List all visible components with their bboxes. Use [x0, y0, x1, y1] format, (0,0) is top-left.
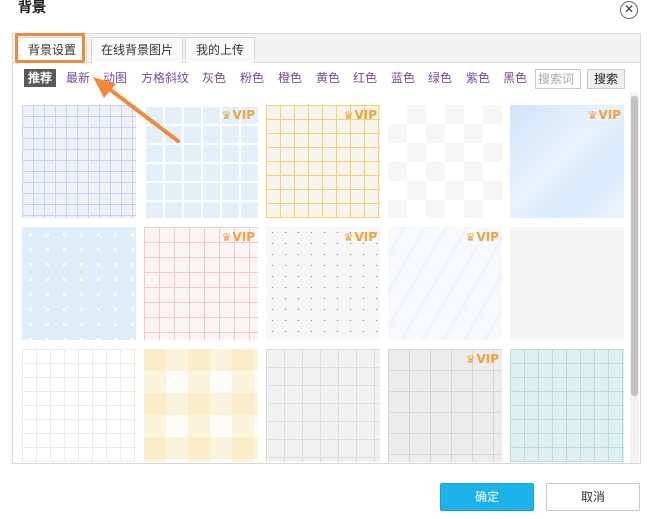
background-tile[interactable]: ♛VIP [266, 227, 380, 340]
category-recommended[interactable]: 推荐 [24, 69, 57, 87]
tab-bar: 背景设置 在线背景图片 我的上传 [13, 34, 640, 64]
category-bar: 推荐 最新 动图 方格斜纹 灰色 粉色 橙色 黄色 红色 蓝色 绿色 紫色 黑色… [13, 67, 640, 91]
close-icon[interactable]: ✕ [620, 1, 638, 19]
background-tile[interactable] [388, 105, 502, 218]
tab-my-uploads[interactable]: 我的上传 [185, 37, 255, 63]
background-tile[interactable]: ♛VIP [144, 227, 258, 340]
vip-badge: ♛VIP [222, 230, 255, 245]
category-grey[interactable]: 灰色 [202, 69, 226, 87]
category-blue[interactable]: 蓝色 [391, 69, 415, 87]
vip-label: VIP [354, 108, 377, 122]
crown-icon: ♛ [587, 109, 598, 122]
crown-icon: ♛ [221, 231, 232, 244]
vip-label: VIP [476, 352, 499, 366]
background-dialog: 背景 ✕ 背景设置 在线背景图片 我的上传 推荐 最新 动图 方格斜纹 灰色 粉… [0, 0, 647, 519]
tab-online-backgrounds[interactable]: 在线背景图片 [91, 37, 183, 63]
grid-scrollbar[interactable] [630, 92, 639, 463]
category-red[interactable]: 红色 [353, 69, 377, 87]
background-tile[interactable] [22, 227, 136, 340]
vip-label: VIP [354, 230, 377, 244]
background-tile[interactable] [510, 349, 624, 462]
category-orange[interactable]: 橙色 [278, 69, 302, 87]
category-purple[interactable]: 紫色 [466, 69, 490, 87]
crown-icon: ♛ [343, 231, 354, 244]
search-input[interactable]: 搜索词 [535, 69, 581, 89]
category-black[interactable]: 黑色 [503, 69, 527, 87]
background-tile[interactable]: ♛VIP [388, 227, 502, 340]
vip-label: VIP [598, 108, 621, 122]
category-green[interactable]: 绿色 [428, 69, 452, 87]
background-grid: ♛VIP ♛VIP ♛VIP ♛VIP ♛VIP ♛VIP ♛VIP [13, 92, 628, 463]
vip-badge: ♛VIP [588, 108, 621, 123]
vip-badge: ♛VIP [222, 108, 255, 123]
vip-badge: ♛VIP [344, 108, 377, 123]
search-button[interactable]: 搜索 [587, 69, 625, 89]
crown-icon: ♛ [465, 353, 476, 366]
background-tile[interactable]: ♛VIP [144, 105, 258, 218]
vip-label: VIP [232, 230, 255, 244]
category-animated[interactable]: 动图 [103, 69, 127, 87]
category-grid-stripes[interactable]: 方格斜纹 [141, 69, 189, 87]
crown-icon: ♛ [221, 109, 232, 122]
background-tile[interactable] [144, 349, 258, 462]
vip-label: VIP [232, 108, 255, 122]
vip-badge: ♛VIP [344, 230, 377, 245]
dialog-title: 背景 [18, 0, 46, 16]
background-tile[interactable]: ♛VIP [510, 105, 624, 218]
background-tile[interactable] [22, 349, 136, 462]
crown-icon: ♛ [343, 109, 354, 122]
category-pink[interactable]: 粉色 [240, 69, 264, 87]
vip-label: VIP [476, 230, 499, 244]
tab-background-settings[interactable]: 背景设置 [17, 37, 87, 64]
background-tile[interactable]: ♛VIP [266, 105, 380, 218]
confirm-button[interactable]: 确定 [440, 483, 534, 511]
scrollbar-thumb[interactable] [631, 96, 638, 396]
background-tile[interactable] [510, 227, 624, 340]
background-tile[interactable] [22, 105, 136, 218]
category-yellow[interactable]: 黄色 [316, 69, 340, 87]
vip-badge: ♛VIP [466, 352, 499, 367]
category-newest[interactable]: 最新 [66, 69, 90, 87]
background-tile[interactable] [266, 349, 380, 462]
background-tile[interactable]: ♛VIP [388, 349, 502, 462]
background-panel: 背景设置 在线背景图片 我的上传 推荐 最新 动图 方格斜纹 灰色 粉色 橙色 … [12, 33, 641, 464]
vip-badge: ♛VIP [466, 230, 499, 245]
crown-icon: ♛ [465, 231, 476, 244]
cancel-button[interactable]: 取消 [546, 483, 640, 511]
